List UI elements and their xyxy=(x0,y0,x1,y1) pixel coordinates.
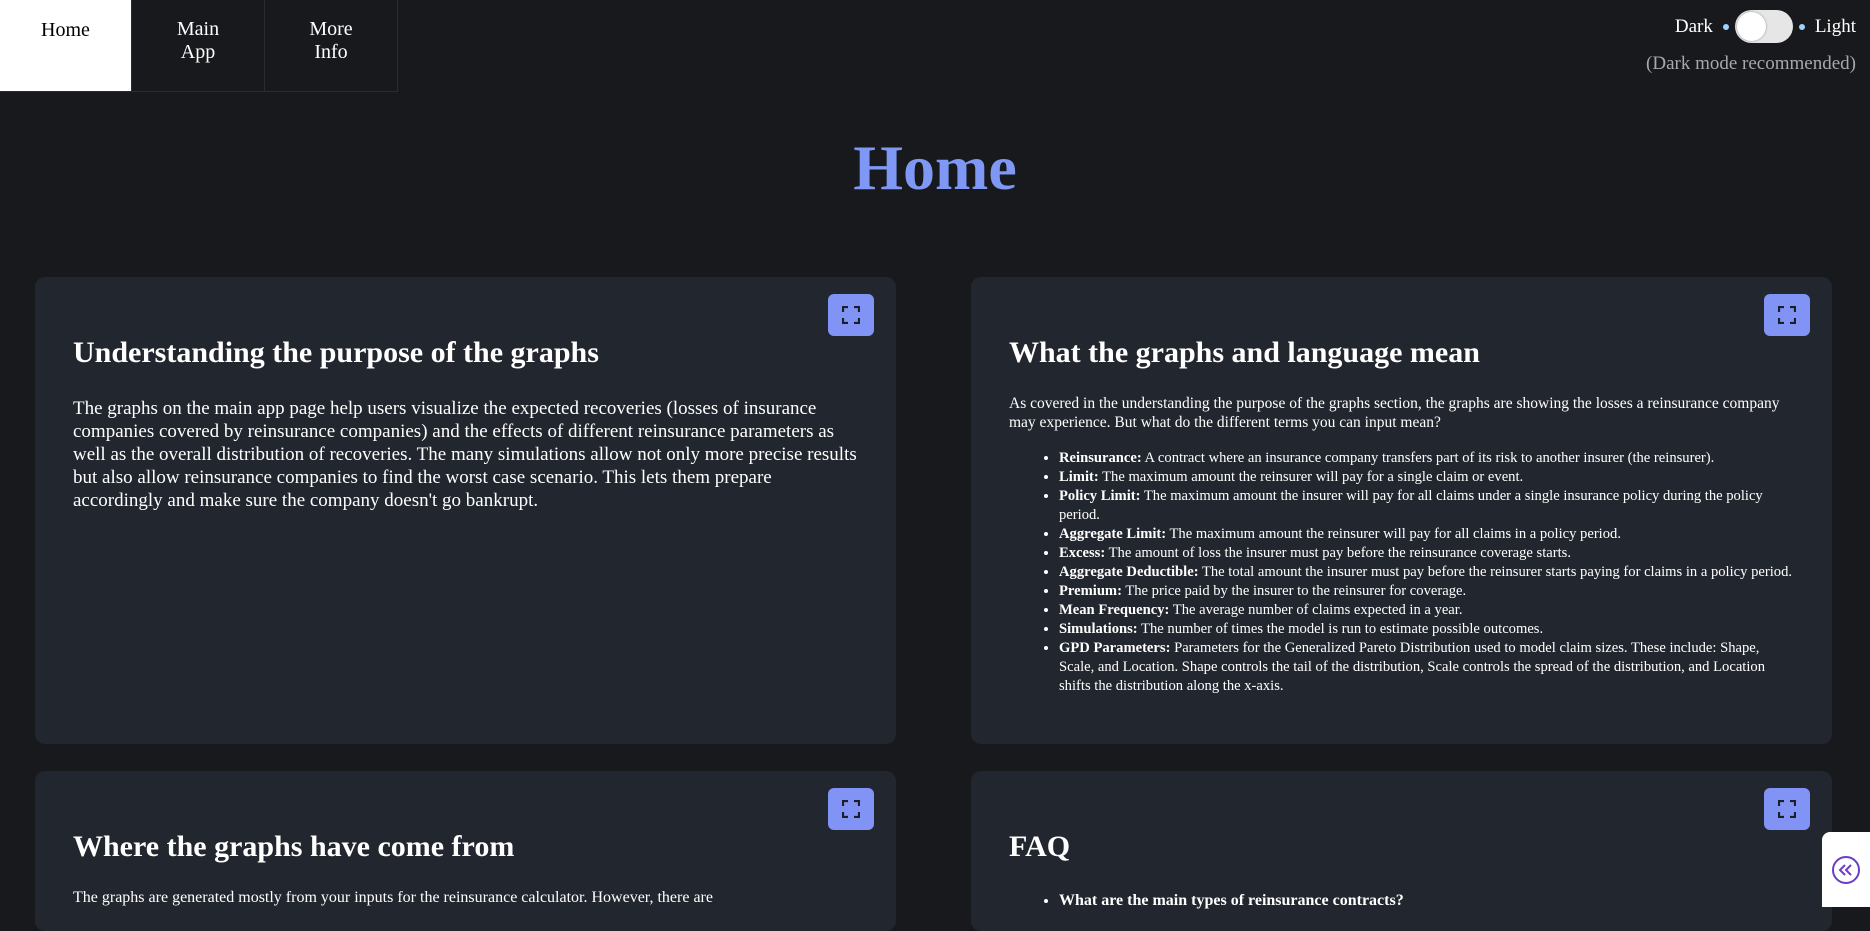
card-purpose: Understanding the purpose of the graphs … xyxy=(35,277,896,744)
card-title: Understanding the purpose of the graphs xyxy=(73,336,599,369)
expand-icon xyxy=(1778,306,1796,324)
list-item: Mean Frequency: The average number of cl… xyxy=(1059,601,1794,620)
theme-switcher: Dark Light (Dark mode recommended) xyxy=(1646,10,1856,75)
card-meaning: What the graphs and language mean As cov… xyxy=(971,277,1832,744)
card-body: The graphs on the main app page help use… xyxy=(73,398,857,511)
card-origin: Where the graphs have come from The grap… xyxy=(35,771,896,931)
nav-more-info[interactable]: More Info xyxy=(265,0,398,92)
theme-recommendation: (Dark mode recommended) xyxy=(1646,53,1856,74)
expand-button[interactable] xyxy=(828,788,874,830)
card-title: Where the graphs have come from xyxy=(73,830,515,863)
list-item: Aggregate Deductible: The total amount t… xyxy=(1059,563,1794,582)
nav-main-app-label: Main App xyxy=(176,17,220,63)
expand-button[interactable] xyxy=(1764,788,1810,830)
nav-more-info-label: More Info xyxy=(309,17,353,63)
toggle-knob xyxy=(1736,12,1766,41)
expand-icon xyxy=(842,306,860,324)
card-intro: As covered in the understanding the purp… xyxy=(1009,395,1780,431)
double-chevron-left-icon xyxy=(1832,855,1860,884)
nav-home[interactable]: Home xyxy=(0,0,132,92)
faq-list: What are the main types of reinsurance c… xyxy=(1009,891,1794,910)
dark-label: Dark xyxy=(1674,15,1713,37)
expand-icon xyxy=(1778,800,1796,818)
light-label: Light xyxy=(1814,15,1856,37)
top-nav: Home Main App More Info xyxy=(0,0,398,92)
list-item: Reinsurance: A contract where an insuran… xyxy=(1059,449,1794,468)
card-faq: FAQ What are the main types of reinsuran… xyxy=(971,771,1832,931)
list-item: Premium: The price paid by the insurer t… xyxy=(1059,582,1794,601)
expand-button[interactable] xyxy=(1764,294,1810,336)
list-item: Policy Limit: The maximum amount the ins… xyxy=(1059,487,1794,525)
list-item: Limit: The maximum amount the reinsurer … xyxy=(1059,468,1794,487)
list-item: GPD Parameters: Parameters for the Gener… xyxy=(1059,639,1794,696)
page-title: Home xyxy=(853,132,1017,203)
dark-indicator-dot xyxy=(1722,23,1729,30)
nav-main-app[interactable]: Main App xyxy=(132,0,265,92)
theme-toggle-switch[interactable] xyxy=(1734,10,1793,43)
nav-home-label: Home xyxy=(41,19,90,41)
expand-button[interactable] xyxy=(828,294,874,336)
sidebar-toggle-button[interactable] xyxy=(1822,832,1870,907)
expand-icon xyxy=(842,800,860,818)
card-body: The graphs are generated mostly from you… xyxy=(73,889,713,906)
list-item: Excess: The amount of loss the insurer m… xyxy=(1059,544,1794,563)
card-title: FAQ xyxy=(1009,830,1071,863)
list-item: Aggregate Limit: The maximum amount the … xyxy=(1059,525,1794,544)
faq-question[interactable]: What are the main types of reinsurance c… xyxy=(1059,891,1794,910)
card-title: What the graphs and language mean xyxy=(1009,336,1480,369)
theme-toggle-row: Dark Light xyxy=(1646,10,1856,43)
terms-list: Reinsurance: A contract where an insuran… xyxy=(1009,449,1794,696)
list-item: Simulations: The number of times the mod… xyxy=(1059,620,1794,639)
light-indicator-dot xyxy=(1798,23,1805,30)
